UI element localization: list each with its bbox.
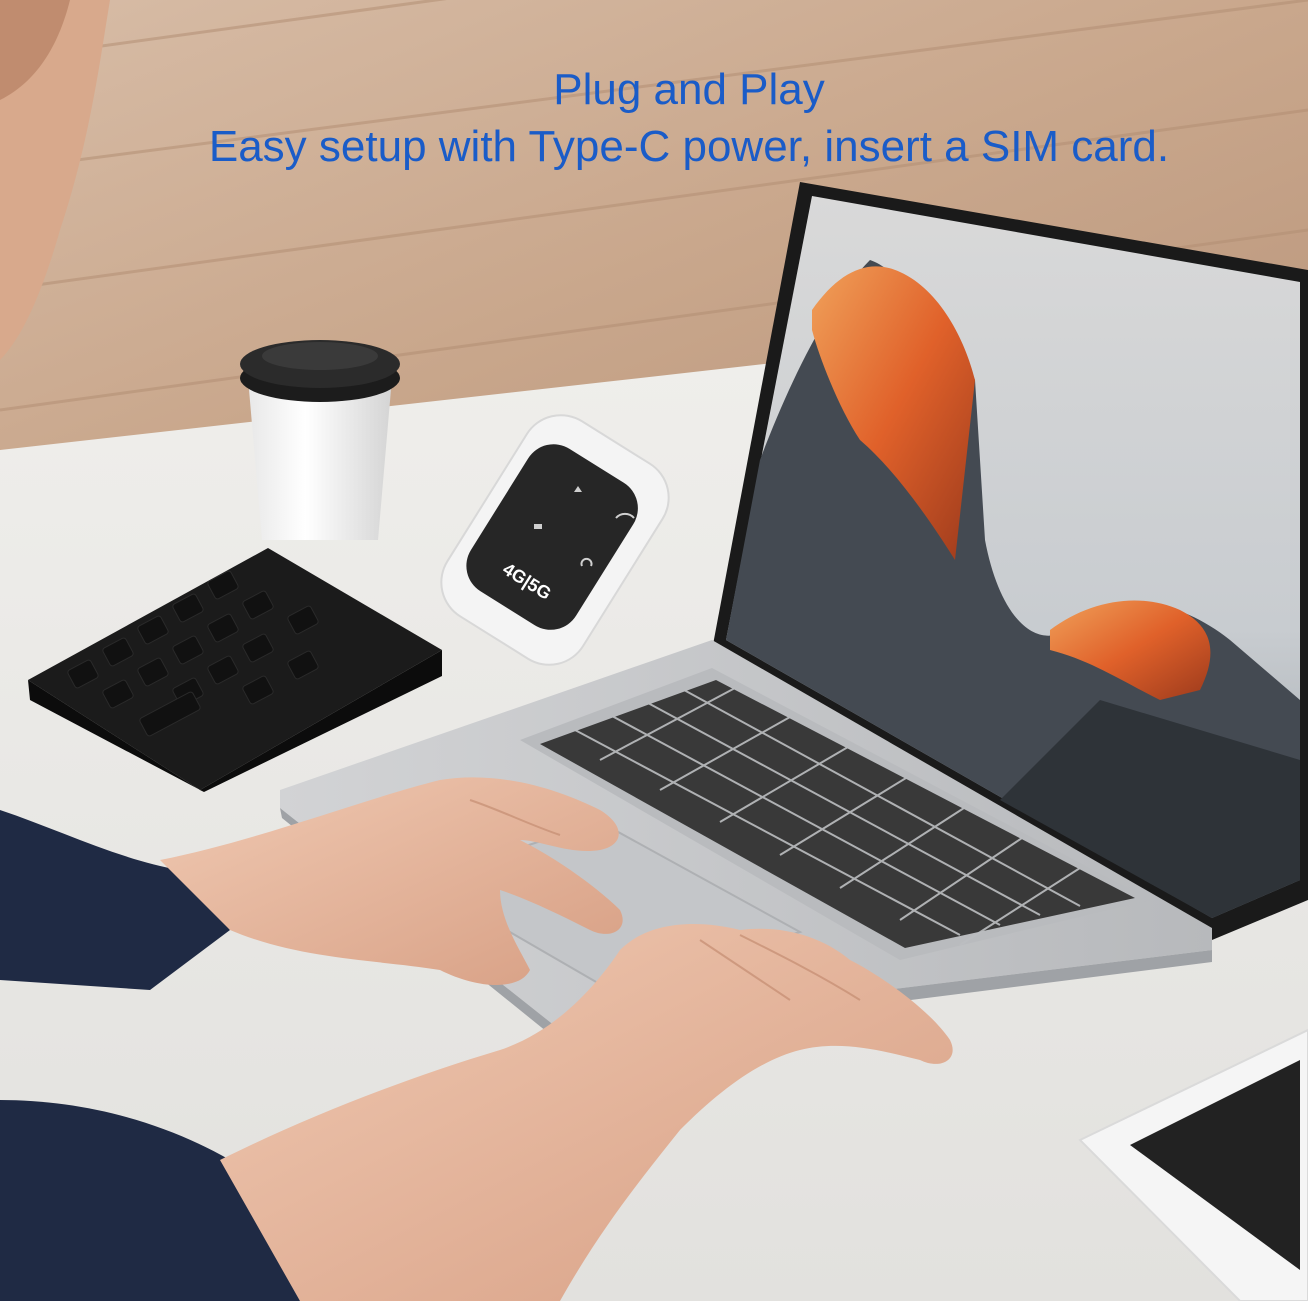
headline-title: Plug and Play (553, 65, 825, 114)
coffee-cup (240, 340, 400, 540)
photo-illustration: 4G|5G (0, 0, 1308, 1301)
headline-subtitle: Easy setup with Type-C power, insert a S… (208, 122, 1170, 171)
sms-icon (534, 524, 542, 529)
headline: Plug and Play Easy setup with Type-C pow… (0, 62, 1308, 176)
product-photo: 4G|5G Plug and Play Easy setup with Type… (0, 0, 1308, 1301)
